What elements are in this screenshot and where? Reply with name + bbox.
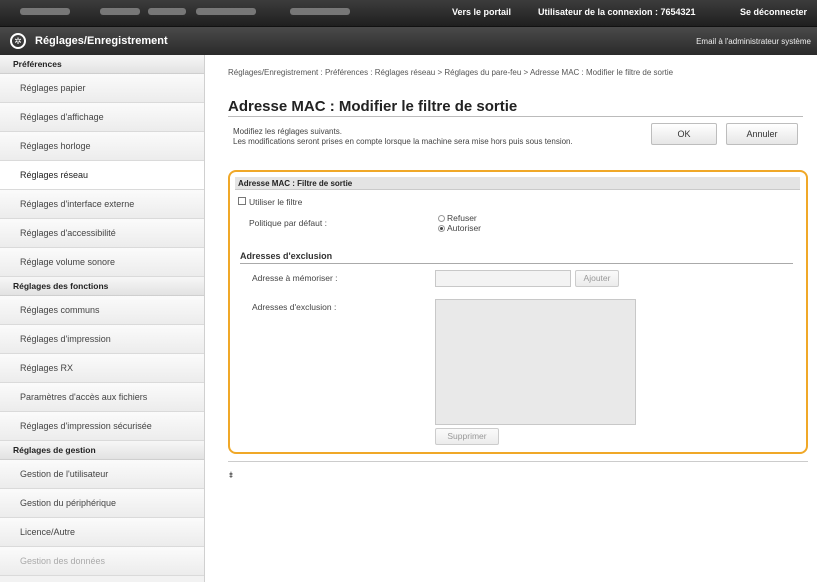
blurred-text xyxy=(290,8,350,15)
app-title: Réglages/Enregistrement xyxy=(35,35,168,47)
add-button[interactable]: Ajouter xyxy=(575,270,619,287)
sidebar-item-print[interactable]: Réglages d'impression xyxy=(0,325,204,354)
blurred-text xyxy=(100,8,140,15)
policy-refuse-radio[interactable] xyxy=(438,215,445,222)
login-user: Utilisateur de la connexion : 7654321 xyxy=(538,7,696,17)
sidebar-item-secure-print[interactable]: Réglages d'impression sécurisée xyxy=(0,412,204,441)
sidebar-item-common[interactable]: Réglages communs xyxy=(0,296,204,325)
sidebar: Préférences Réglages papier Réglages d'a… xyxy=(0,55,205,582)
sidebar-item-license[interactable]: Licence/Autre xyxy=(0,518,204,547)
sidebar-item-paper[interactable]: Réglages papier xyxy=(0,74,204,103)
sidebar-item-file-access[interactable]: Paramètres d'accès aux fichiers xyxy=(0,383,204,412)
use-filter-checkbox[interactable] xyxy=(238,197,246,205)
policy-allow-label: Autoriser xyxy=(447,223,482,233)
sidebar-item-display[interactable]: Réglages d'affichage xyxy=(0,103,204,132)
description: Modifiez les réglages suivants. Les modi… xyxy=(233,127,633,147)
exclusion-heading: Adresses d'exclusion xyxy=(240,251,333,261)
sidebar-item-user-management[interactable]: Gestion de l'utilisateur xyxy=(0,460,204,489)
exclusion-divider xyxy=(240,263,793,264)
logout-link[interactable]: Se déconnecter xyxy=(740,7,807,17)
admin-mail-link[interactable]: Email à l'administrateur système xyxy=(696,37,811,46)
exclusion-list-label: Adresses d'exclusion : xyxy=(252,302,337,312)
page-title: Adresse MAC : Modifier le filtre de sort… xyxy=(228,98,518,115)
blurred-text xyxy=(196,8,256,15)
description-line: Modifiez les réglages suivants. xyxy=(233,127,342,136)
sidebar-item-clock[interactable]: Réglages horloge xyxy=(0,132,204,161)
title-bar: ✲ Réglages/Enregistrement Email à l'admi… xyxy=(0,26,817,55)
blurred-text xyxy=(148,8,186,15)
bottom-divider xyxy=(228,461,808,462)
default-policy-label: Politique par défaut : xyxy=(249,218,327,228)
sidebar-item-data-management[interactable]: Gestion des données xyxy=(0,547,204,576)
delete-button[interactable]: Supprimer xyxy=(435,428,499,445)
main-content: Réglages/Enregistrement : Préférences : … xyxy=(205,55,817,582)
address-input[interactable] xyxy=(435,270,571,287)
address-to-store-label: Adresse à mémoriser : xyxy=(252,273,338,283)
title-divider xyxy=(228,116,803,117)
sidebar-section-functions: Réglages des fonctions xyxy=(0,277,204,296)
portal-link[interactable]: Vers le portail xyxy=(452,7,511,17)
policy-allow-radio[interactable] xyxy=(438,225,445,232)
top-bar: Vers le portail Utilisateur de la connex… xyxy=(0,0,817,26)
mac-filter-panel: Adresse MAC : Filtre de sortie Utiliser … xyxy=(228,170,808,454)
sidebar-item-external-interface[interactable]: Réglages d'interface externe xyxy=(0,190,204,219)
breadcrumb: Réglages/Enregistrement : Préférences : … xyxy=(228,68,674,77)
sidebar-item-network[interactable]: Réglages réseau xyxy=(0,161,204,190)
exclusion-list[interactable] xyxy=(435,299,636,425)
settings-logo-icon: ✲ xyxy=(10,33,26,49)
sidebar-item-accessibility[interactable]: Réglages d'accessibilité xyxy=(0,219,204,248)
blurred-text xyxy=(20,8,70,15)
cancel-button[interactable]: Annuler xyxy=(726,123,798,145)
sidebar-section-preferences: Préférences xyxy=(0,55,204,74)
sidebar-section-management: Réglages de gestion xyxy=(0,441,204,460)
to-top-icon[interactable]: ⯒ xyxy=(229,468,233,484)
sidebar-item-volume[interactable]: Réglage volume sonore xyxy=(0,248,204,277)
use-filter-label: Utiliser le filtre xyxy=(249,197,303,207)
ok-button[interactable]: OK xyxy=(651,123,717,145)
panel-title: Adresse MAC : Filtre de sortie xyxy=(235,177,800,190)
sidebar-item-device-management[interactable]: Gestion du périphérique xyxy=(0,489,204,518)
sidebar-item-rx[interactable]: Réglages RX xyxy=(0,354,204,383)
policy-refuse-label: Refuser xyxy=(447,213,477,223)
description-line: Les modifications seront prises en compt… xyxy=(233,137,573,146)
